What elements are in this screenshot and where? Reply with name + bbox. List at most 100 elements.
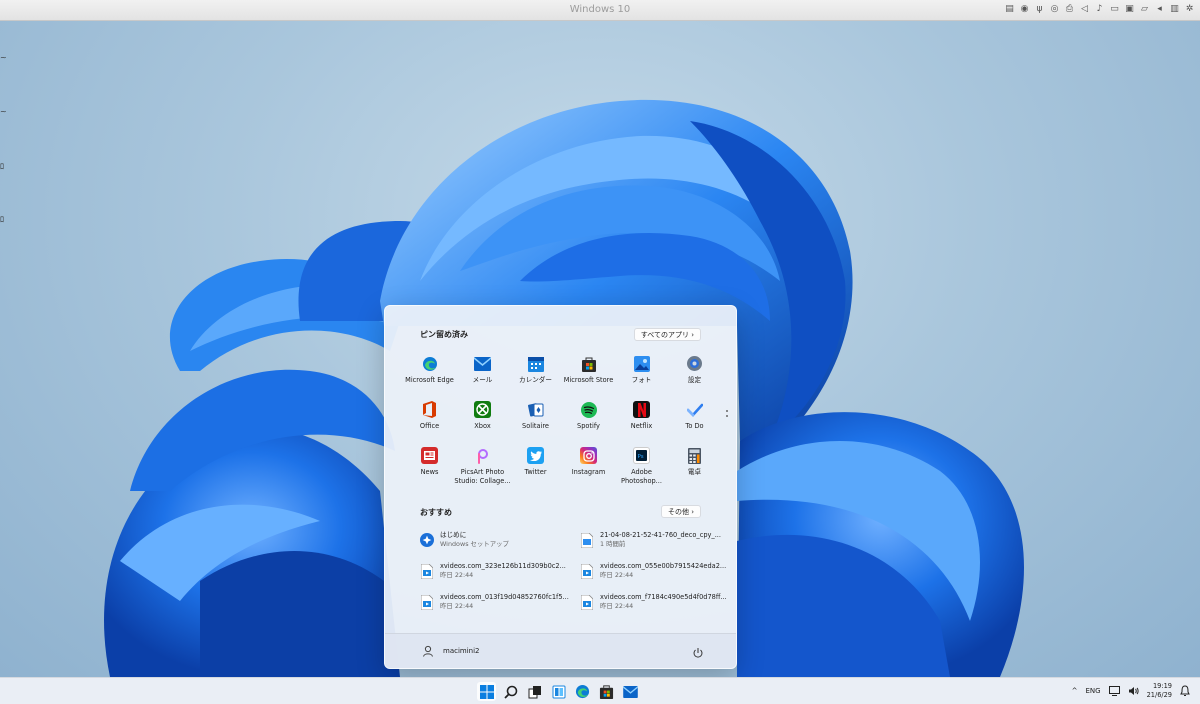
desktop-shortcut-label[interactable]: ~ bbox=[0, 107, 7, 116]
get-started-icon bbox=[420, 532, 434, 548]
pinned-app-edge[interactable]: Microsoft Edge bbox=[403, 351, 456, 397]
pinned-app-store[interactable]: Microsoft Store bbox=[562, 351, 615, 397]
recommended-item-get-started[interactable]: はじめに Windows セットアップ bbox=[420, 531, 565, 549]
vm-toolbar: ▤ ◉ ψ ◎ ⎙ ◁ ♪ ▭ ▣ ▱ ◂ ▥ ✲ bbox=[1005, 3, 1194, 15]
pinned-app-office[interactable]: Office bbox=[403, 397, 456, 443]
taskbar-mail-button[interactable] bbox=[621, 682, 640, 701]
all-apps-button[interactable]: すべてのアプリ › bbox=[633, 328, 701, 341]
pinned-app-label: メール bbox=[472, 376, 493, 384]
notification-icon[interactable] bbox=[1180, 685, 1190, 697]
pinned-app-news[interactable]: News bbox=[403, 443, 456, 489]
record-icon[interactable]: ◉ bbox=[1020, 3, 1029, 15]
network-icon[interactable] bbox=[1108, 686, 1120, 696]
pinned-app-spotify[interactable]: Spotify bbox=[562, 397, 615, 443]
microphone-icon[interactable]: ♪ bbox=[1095, 3, 1104, 15]
task-view-button[interactable] bbox=[525, 682, 544, 701]
start-button[interactable] bbox=[477, 682, 496, 701]
pinned-app-label: カレンダー bbox=[519, 376, 552, 384]
pinned-app-xbox[interactable]: Xbox bbox=[456, 397, 509, 443]
camera-icon[interactable]: ◎ bbox=[1050, 3, 1059, 15]
edge-icon bbox=[421, 355, 438, 372]
pinned-app-label: Spotify bbox=[577, 422, 600, 430]
search-button[interactable] bbox=[501, 682, 520, 701]
xbox-icon bbox=[474, 401, 491, 418]
video-file-icon bbox=[580, 563, 594, 579]
store-icon bbox=[599, 685, 614, 699]
widgets-button[interactable] bbox=[549, 682, 568, 701]
store-icon bbox=[580, 355, 597, 372]
pinned-app-picsart[interactable]: PicsArt Photo Studio: Collage... bbox=[454, 443, 511, 489]
pinned-app-label: To Do bbox=[685, 422, 704, 430]
network-icon[interactable]: ▥ bbox=[1170, 3, 1179, 15]
pinned-app-label: Instagram bbox=[571, 468, 606, 476]
recommended-item-subtitle: Windows セットアップ bbox=[440, 540, 509, 548]
recommended-item-video[interactable]: xvideos.com_055e00b7915424eda2... 昨日 22:… bbox=[580, 562, 726, 580]
pinned-app-label: Twitter bbox=[524, 468, 547, 476]
taskbar-edge-button[interactable] bbox=[573, 682, 592, 701]
pinned-app-label: PicsArt Photo Studio: Collage... bbox=[454, 468, 511, 485]
taskbar-apps bbox=[477, 682, 640, 701]
desktop-shortcut-label[interactable]: ~ bbox=[0, 53, 7, 62]
pinned-app-label: Xbox bbox=[474, 422, 491, 430]
printer-icon[interactable]: ⎙ bbox=[1065, 3, 1074, 15]
pinned-app-photos[interactable]: フォト bbox=[615, 351, 668, 397]
desktop-shortcut-label[interactable]: ﾛ bbox=[0, 161, 4, 172]
edge-icon bbox=[575, 684, 590, 699]
start-menu-footer: macimini2 bbox=[385, 633, 736, 668]
recommended-item-image[interactable]: 21-04-08-21-52-41-760_deco_cpy_... 1 時間前 bbox=[580, 531, 725, 549]
desktop-shortcut-label[interactable]: ﾛ bbox=[0, 214, 4, 225]
video-icon[interactable]: ▣ bbox=[1125, 3, 1134, 15]
mail-icon bbox=[623, 685, 638, 698]
recommended-item-video[interactable]: xvideos.com_323e126b11d309b0c2... 昨日 22:… bbox=[420, 562, 566, 580]
netflix-icon bbox=[633, 401, 650, 418]
recommended-item-subtitle: 昨日 22:44 bbox=[440, 571, 474, 579]
pinned-app-photoshop[interactable]: Ps Adobe Photoshop... bbox=[615, 443, 668, 489]
pinned-app-mail[interactable]: メール bbox=[456, 351, 509, 397]
display-icon[interactable]: ▭ bbox=[1110, 3, 1119, 15]
settings-icon bbox=[686, 355, 703, 372]
recommended-item-name: xvideos.com_f7184c490e5d4f0d78ff... bbox=[600, 593, 727, 601]
pinned-section-title: ピン留め済み bbox=[420, 330, 468, 339]
image-file-icon bbox=[580, 532, 594, 548]
pinned-app-twitter[interactable]: Twitter bbox=[509, 443, 562, 489]
clock[interactable]: 19:19 21/6/29 bbox=[1147, 682, 1172, 700]
pinned-app-calendar[interactable]: カレンダー bbox=[509, 351, 562, 397]
show-hidden-icons-button[interactable]: ^ bbox=[1072, 687, 1078, 695]
page-indicator[interactable] bbox=[726, 410, 729, 420]
office-icon bbox=[421, 401, 438, 418]
video-file-icon bbox=[420, 594, 434, 610]
taskbar-store-button[interactable] bbox=[597, 682, 616, 701]
speaker-icon[interactable]: ◁ bbox=[1080, 3, 1089, 15]
pinned-app-settings[interactable]: 設定 bbox=[668, 351, 721, 397]
clock-date: 21/6/29 bbox=[1146, 691, 1172, 699]
pinned-app-solitaire[interactable]: Solitaire bbox=[509, 397, 562, 443]
pinned-app-label: Office bbox=[419, 422, 440, 430]
more-button[interactable]: その他 › bbox=[660, 505, 701, 518]
recommended-item-subtitle: 1 時間前 bbox=[600, 540, 626, 548]
recommended-item-subtitle: 昨日 22:44 bbox=[600, 571, 634, 579]
keyboard-icon[interactable]: ▤ bbox=[1005, 3, 1014, 15]
pinned-app-label: News bbox=[420, 468, 439, 476]
recommended-item-name: xvideos.com_323e126b11d309b0c2... bbox=[440, 562, 566, 570]
svg-text:Ps: Ps bbox=[638, 454, 644, 460]
recommended-item-name: はじめに bbox=[440, 531, 467, 539]
pinned-app-todo[interactable]: To Do bbox=[668, 397, 721, 443]
search-icon bbox=[503, 685, 517, 699]
power-button[interactable] bbox=[692, 644, 704, 663]
recommended-item-video[interactable]: xvideos.com_013f19d04852760fc1f5... 昨日 2… bbox=[420, 593, 569, 611]
language-indicator[interactable]: ENG bbox=[1085, 687, 1100, 695]
recommended-item-video[interactable]: xvideos.com_f7184c490e5d4f0d78ff... 昨日 2… bbox=[580, 593, 727, 611]
more-label: その他 bbox=[667, 508, 689, 516]
pinned-app-calculator[interactable]: 電卓 bbox=[668, 443, 721, 489]
back-icon[interactable]: ◂ bbox=[1155, 3, 1164, 15]
volume-icon[interactable] bbox=[1128, 686, 1139, 696]
recommended-item-subtitle: 昨日 22:44 bbox=[440, 602, 474, 610]
usb-icon[interactable]: ψ bbox=[1035, 3, 1044, 15]
folder-icon[interactable]: ▱ bbox=[1140, 3, 1149, 15]
pinned-app-instagram[interactable]: Instagram bbox=[562, 443, 615, 489]
pinned-app-netflix[interactable]: Netflix bbox=[615, 397, 668, 443]
gear-icon[interactable]: ✲ bbox=[1185, 3, 1194, 15]
user-account-button[interactable]: macimini2 bbox=[422, 645, 480, 657]
video-file-icon bbox=[420, 563, 434, 579]
chevron-right-icon: › bbox=[691, 331, 694, 339]
